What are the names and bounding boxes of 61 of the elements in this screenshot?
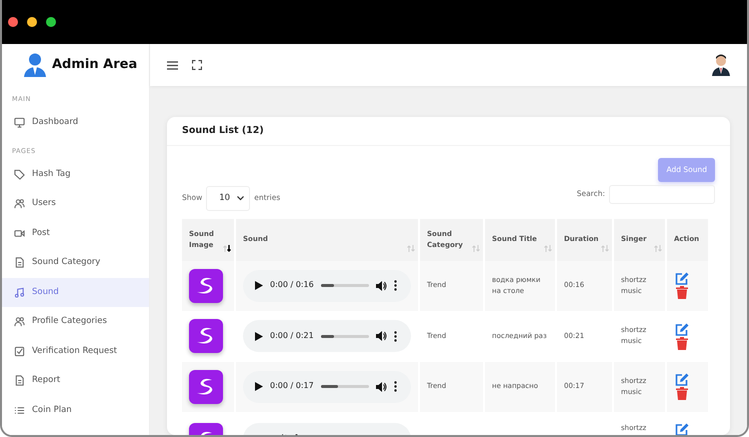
entries-select[interactable]: 10 — [206, 186, 250, 210]
sidebar-item[interactable]: Verification Request — [2, 336, 149, 366]
sidebar-item[interactable]: Sound Category — [2, 248, 149, 278]
users-icon — [14, 198, 25, 210]
volume-icon[interactable] — [376, 331, 387, 342]
audio-progress-track[interactable] — [320, 334, 369, 338]
card-title: Sound List (12) — [182, 125, 264, 136]
sound-thumbnail — [189, 370, 223, 404]
sort-icon[interactable] — [223, 244, 231, 252]
trash-icon[interactable] — [676, 286, 688, 300]
tag-icon — [14, 168, 25, 180]
search-field[interactable] — [609, 184, 715, 204]
play-icon[interactable] — [255, 382, 263, 392]
sidebar-item[interactable]: Hash Tag — [2, 160, 149, 189]
more-options-icon[interactable] — [394, 280, 397, 292]
monitor-icon — [14, 117, 25, 128]
audio-progress-track[interactable] — [320, 385, 369, 388]
music-note-icon — [14, 286, 25, 298]
volume-icon[interactable] — [376, 280, 387, 291]
list-icon — [14, 404, 25, 416]
volume-icon[interactable] — [376, 382, 387, 392]
sound-thumbnail — [189, 268, 223, 303]
sidebar-item[interactable]: Sound — [2, 278, 149, 307]
audio-time: 0:00 / 0:17 — [270, 380, 314, 392]
menu-icon[interactable] — [167, 60, 178, 70]
sidebar-item[interactable]: Report — [2, 366, 149, 396]
brand-title: Admin Area — [52, 56, 138, 74]
caret-icon[interactable] — [237, 196, 244, 200]
audio-time: 0:00 / 0:16 — [270, 279, 314, 292]
sidebar-item[interactable]: Dashboard — [2, 108, 149, 138]
admin-user-icon — [24, 53, 46, 77]
sidebar-item[interactable]: Coin Plan — [2, 396, 149, 425]
play-icon[interactable] — [255, 281, 263, 290]
sound-thumbnail — [189, 319, 223, 354]
sidebar-item[interactable]: Post — [2, 218, 149, 248]
edit-icon[interactable] — [675, 272, 689, 286]
checkbox-icon — [14, 346, 25, 357]
audio-progress-track[interactable] — [320, 284, 369, 288]
document-icon — [14, 257, 25, 268]
play-icon[interactable] — [255, 332, 263, 341]
sidebar-item[interactable]: Users — [2, 189, 149, 218]
trash-icon[interactable] — [676, 336, 688, 350]
users-icon — [14, 316, 25, 328]
sidebar-item[interactable]: Profile Categories — [2, 307, 149, 336]
document-icon — [14, 375, 25, 386]
edit-icon[interactable] — [675, 373, 689, 386]
more-options-icon[interactable] — [394, 330, 397, 342]
video-camera-icon — [14, 228, 25, 239]
audio-player[interactable]: 0:00 / 0:16 — [243, 270, 411, 302]
edit-icon[interactable] — [675, 423, 689, 435]
close-window-dot[interactable] — [8, 17, 18, 27]
minimize-window-dot[interactable] — [27, 17, 37, 27]
edit-icon[interactable] — [675, 322, 689, 336]
maximize-window-dot[interactable] — [46, 17, 56, 27]
audio-player[interactable]: 0:00 / 0:17 — [243, 370, 411, 403]
trash-icon[interactable] — [676, 387, 688, 400]
more-options-icon[interactable] — [394, 381, 397, 392]
audio-player[interactable]: 0:00 / 0:21 — [243, 320, 411, 352]
fullscreen-icon[interactable] — [192, 60, 202, 70]
avatar-icon[interactable] — [711, 54, 731, 76]
audio-time: 0:00 / 0:21 — [270, 330, 314, 342]
